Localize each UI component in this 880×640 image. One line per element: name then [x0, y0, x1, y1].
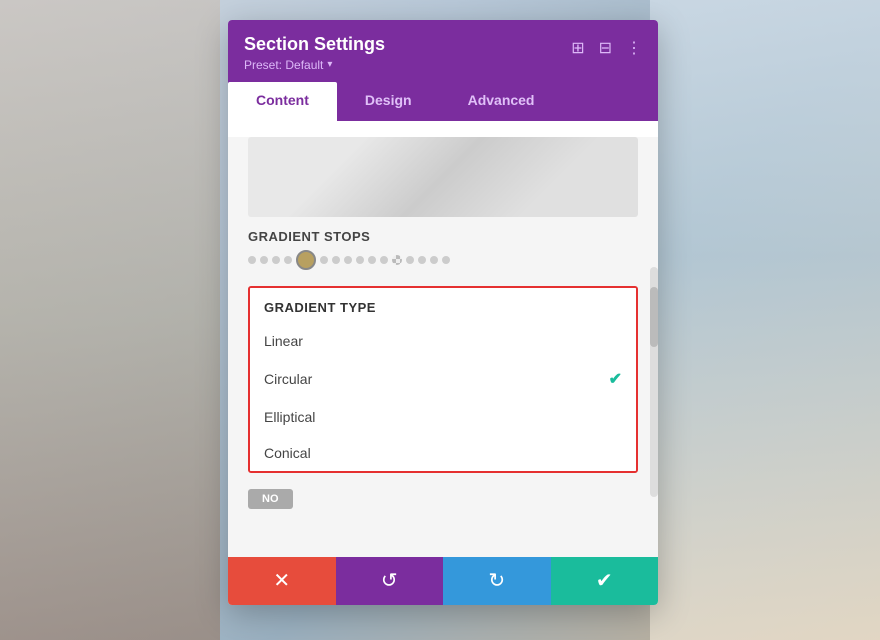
modal-header-left: Section Settings Preset: Default ▾: [244, 34, 385, 72]
stop-dot-8: [344, 256, 352, 264]
stop-dot-11: [380, 256, 388, 264]
preset-arrow-icon: ▾: [327, 59, 332, 70]
tab-design[interactable]: Design: [337, 82, 440, 121]
preset-label: Preset: Default: [244, 58, 323, 72]
stop-dot-7: [332, 256, 340, 264]
gradient-stops-row: [248, 250, 638, 270]
undo-button[interactable]: ↺: [336, 557, 444, 605]
stop-dot-1: [248, 256, 256, 264]
stop-dot-4: [284, 256, 292, 264]
option-conical[interactable]: Conical: [250, 435, 636, 471]
scrollbar-thumb[interactable]: [650, 287, 658, 347]
option-conical-label: Conical: [264, 445, 311, 461]
gradient-preview: [248, 137, 638, 217]
section-settings-modal: Section Settings Preset: Default ▾ ⊞ ⊟ ⋮…: [228, 20, 658, 605]
stop-dot-6: [320, 256, 328, 264]
tab-content[interactable]: Content: [228, 82, 337, 121]
gradient-type-dropdown: Gradient Type Linear Circular ✔ Elliptic…: [248, 286, 638, 473]
stop-dot-active[interactable]: [296, 250, 316, 270]
gradient-type-label: Gradient Type: [250, 288, 636, 323]
tab-advanced[interactable]: Advanced: [440, 82, 563, 121]
option-circular-label: Circular: [264, 371, 312, 387]
option-linear-label: Linear: [264, 333, 303, 349]
stop-dot-14: [418, 256, 426, 264]
scrollbar-track: [650, 267, 658, 497]
stop-dot-2: [260, 256, 268, 264]
no-toggle-button[interactable]: No: [248, 489, 293, 509]
option-circular[interactable]: Circular ✔: [250, 359, 636, 399]
stop-dot-3: [272, 256, 280, 264]
modal-title: Section Settings: [244, 34, 385, 56]
modal-preset[interactable]: Preset: Default ▾: [244, 58, 385, 72]
grid-icon[interactable]: ⊟: [599, 38, 612, 58]
option-elliptical-label: Elliptical: [264, 409, 315, 425]
bg-left-panel: [0, 0, 220, 640]
save-button[interactable]: ✔: [551, 557, 659, 605]
modal-header: Section Settings Preset: Default ▾ ⊞ ⊟ ⋮: [228, 20, 658, 82]
option-elliptical[interactable]: Elliptical: [250, 399, 636, 435]
stop-dot-checker[interactable]: [392, 255, 402, 265]
modal-header-icons: ⊞ ⊟ ⋮: [571, 38, 642, 58]
stop-dot-15: [430, 256, 438, 264]
gradient-stops-label: Gradient Stops: [248, 229, 638, 244]
circular-check-icon: ✔: [609, 369, 622, 389]
stop-dot-13: [406, 256, 414, 264]
cancel-button[interactable]: ✕: [228, 557, 336, 605]
bg-right-panel: [650, 0, 880, 640]
stop-dot-10: [368, 256, 376, 264]
modal-tabs: Content Design Advanced: [228, 82, 658, 121]
modal-footer: ✕ ↺ ↻ ✔: [228, 557, 658, 605]
no-toggle-row: No: [248, 489, 638, 509]
expand-icon[interactable]: ⊞: [571, 38, 584, 58]
more-icon[interactable]: ⋮: [626, 38, 642, 58]
modal-body: Gradient Stops Gradient Type Linear: [228, 137, 658, 557]
stop-dot-16: [442, 256, 450, 264]
redo-button[interactable]: ↻: [443, 557, 551, 605]
stop-dot-9: [356, 256, 364, 264]
option-linear[interactable]: Linear: [250, 323, 636, 359]
